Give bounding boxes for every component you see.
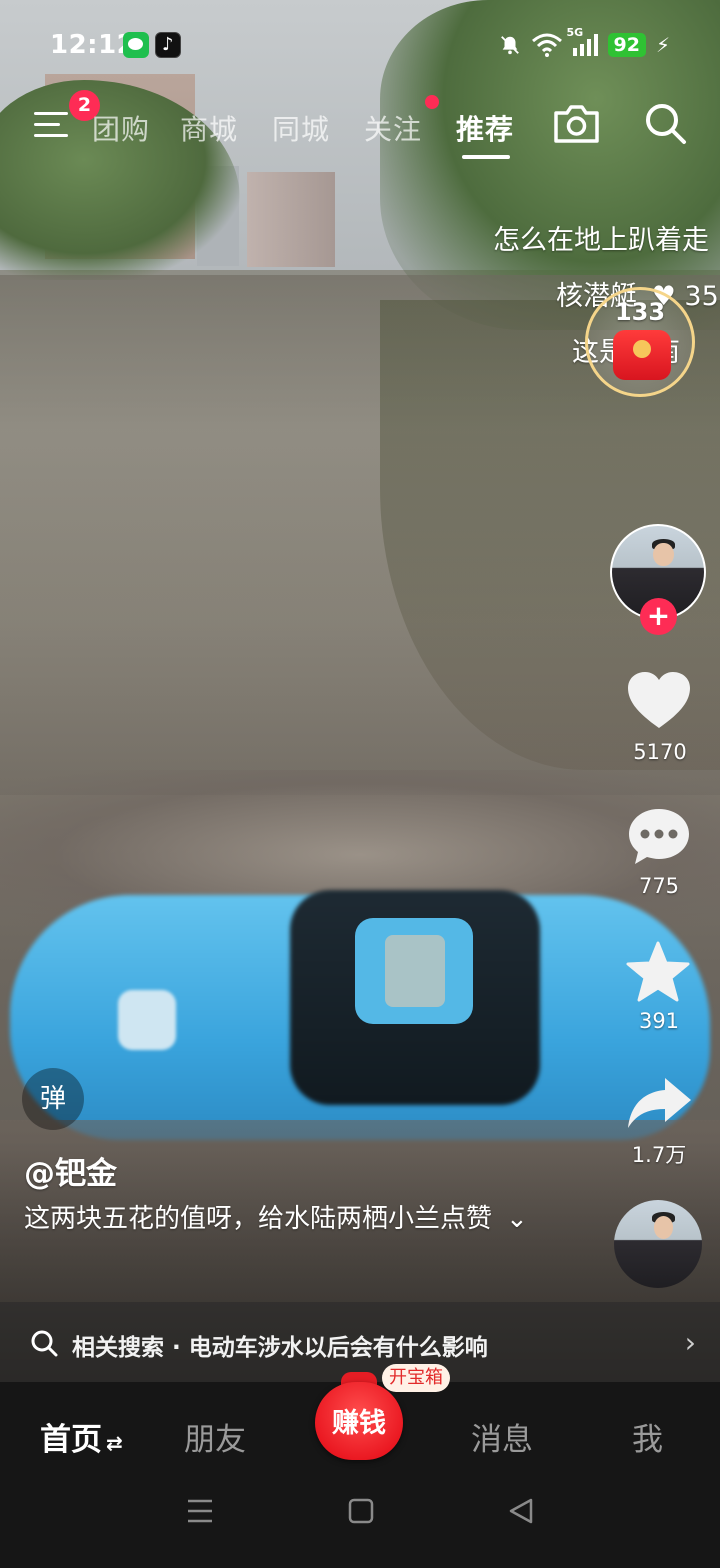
tab-recommended[interactable]: 推荐	[456, 108, 514, 148]
open-chest-tag[interactable]: 开宝箱	[382, 1364, 450, 1392]
like-count: 5170	[633, 740, 687, 764]
nav-friends[interactable]: 朋友	[184, 1414, 246, 1459]
comment-icon[interactable]	[626, 806, 692, 868]
bottom-navigation: 首页 ⇄ 朋友 赚钱 开宝箱 消息 我	[0, 1364, 720, 1568]
nav-me[interactable]: 我	[632, 1414, 663, 1459]
nav-messages[interactable]: 消息	[471, 1414, 533, 1459]
active-tab-indicator	[462, 155, 510, 159]
search-icon	[31, 1330, 58, 1357]
system-menu-icon[interactable]	[186, 1498, 214, 1524]
favorite-star-icon[interactable]	[625, 940, 691, 1004]
system-back-icon[interactable]	[508, 1498, 534, 1524]
video-description-text: 这两块五花的值呀，给水陆两栖小兰点赞	[24, 1204, 493, 1234]
wifi-icon	[531, 33, 562, 57]
danmaku-toggle-button[interactable]: 弹	[22, 1068, 84, 1130]
search-icon[interactable]	[642, 100, 690, 148]
share-arrow-icon[interactable]	[625, 1074, 693, 1132]
status-icons: 5G 92 ⚡	[499, 26, 670, 60]
charging-icon: ⚡	[655, 33, 670, 57]
system-home-icon[interactable]	[348, 1498, 374, 1524]
video-description[interactable]: 这两块五花的值呀，给水陆两栖小兰点赞 ⌄	[24, 1200, 564, 1238]
nav-home-label: 首页	[40, 1422, 102, 1458]
nav-earn-label: 赚钱	[332, 1408, 386, 1439]
red-packet-icon	[613, 330, 671, 380]
tab-following[interactable]: 关注	[364, 108, 422, 148]
wechat-icon	[123, 32, 149, 58]
douyin-icon	[155, 32, 181, 58]
battery-indicator: 92	[607, 33, 646, 57]
cell-signal-icon: 5G	[567, 26, 598, 56]
network-type: 5G	[566, 26, 584, 39]
comment-count: 775	[638, 874, 680, 898]
follow-button[interactable]: +	[640, 598, 677, 635]
video-scooter-light	[118, 990, 176, 1050]
swap-arrows-icon: ⇄	[106, 1431, 123, 1455]
mute-bell-icon	[500, 36, 519, 55]
share-count: 1.7万	[631, 1143, 687, 1167]
video-building	[247, 172, 335, 267]
expand-chevron-icon[interactable]: ⌄	[506, 1200, 528, 1238]
tab-mall[interactable]: 商城	[180, 108, 238, 148]
video-scooter-screen	[385, 935, 445, 1007]
chevron-right-icon: ›	[684, 1326, 696, 1359]
like-heart-icon[interactable]	[626, 670, 692, 730]
related-search-text: 相关搜索 · 电动车涉水以后会有什么影响	[72, 1335, 488, 1361]
author-name[interactable]: @钯金	[24, 1148, 117, 1193]
nav-home[interactable]: 首页 ⇄	[40, 1414, 123, 1459]
danmaku-line: 怎么在地上趴着走	[493, 225, 709, 256]
music-disc-avatar[interactable]	[614, 1200, 702, 1288]
status-bar: 12:12 5G 92 ⚡	[0, 0, 720, 92]
menu-icon[interactable]	[34, 112, 72, 142]
tab-local[interactable]: 同城	[272, 108, 330, 148]
following-new-dot	[425, 95, 439, 109]
tab-group-buy[interactable]: 团购	[92, 108, 150, 148]
camera-icon[interactable]	[552, 104, 601, 145]
red-packet-count: 133	[614, 298, 666, 326]
related-search-bar[interactable]: 相关搜索 · 电动车涉水以后会有什么影响 ›	[0, 1302, 720, 1382]
favorite-count: 391	[638, 1009, 680, 1033]
red-packet-widget[interactable]: 133	[585, 287, 695, 397]
